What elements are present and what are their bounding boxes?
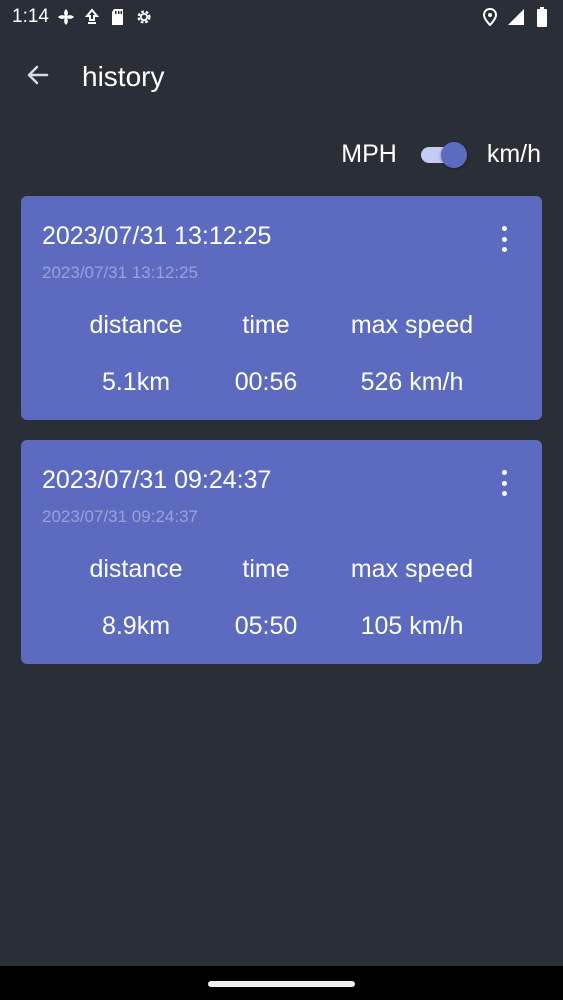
toggle-thumb — [440, 142, 467, 168]
distance-value: 8.9km — [101, 612, 171, 640]
status-left: 1:14 — [12, 6, 153, 28]
app-bar: history — [0, 44, 563, 110]
settings-gear-icon — [135, 8, 153, 26]
sd-card-icon — [109, 8, 127, 26]
unit-label-mph: MPH — [341, 139, 397, 168]
navigation-bar — [0, 966, 563, 1000]
back-button[interactable] — [18, 57, 58, 97]
distance-value: 5.1km — [101, 368, 171, 396]
unit-toggle-row: MPH km/h — [341, 134, 541, 174]
unit-label-kmh: km/h — [486, 139, 541, 168]
record-title: 2023/07/31 13:12:25 — [42, 222, 272, 250]
location-icon — [481, 8, 499, 26]
time-value: 00:56 — [234, 368, 298, 396]
signal-icon — [507, 8, 525, 26]
history-card[interactable]: 2023/07/31 13:12:25 2023/07/31 13:12:25 … — [21, 196, 542, 420]
status-right — [481, 7, 551, 27]
more-vert-icon-dot — [501, 236, 507, 242]
max-speed-value: 105 km/h — [360, 612, 464, 640]
time-label: time — [242, 311, 290, 339]
max-speed-value: 526 km/h — [360, 368, 464, 396]
more-vert-icon-dot — [501, 480, 507, 486]
battery-icon — [533, 7, 551, 27]
more-vert-icon — [501, 470, 507, 475]
record-title: 2023/07/31 09:24:37 — [42, 466, 272, 494]
arrow-left-icon — [25, 62, 51, 93]
distance-label: distance — [89, 311, 183, 339]
download-icon — [83, 8, 101, 26]
unit-toggle-switch[interactable] — [419, 142, 467, 168]
more-vert-icon — [501, 226, 507, 231]
page-title: history — [82, 61, 165, 92]
time-label: time — [242, 555, 290, 583]
status-time: 1:14 — [12, 6, 49, 27]
history-card[interactable]: 2023/07/31 09:24:37 2023/07/31 09:24:37 … — [21, 440, 542, 664]
more-vert-icon-dot — [501, 491, 507, 496]
more-options-button[interactable] — [494, 470, 514, 496]
home-gesture-handle[interactable] — [208, 981, 355, 987]
max-speed-label: max speed — [350, 555, 474, 583]
record-subtitle: 2023/07/31 13:12:25 — [42, 263, 198, 282]
more-options-button[interactable] — [494, 226, 514, 252]
distance-label: distance — [89, 555, 183, 583]
record-subtitle: 2023/07/31 09:24:37 — [42, 507, 198, 526]
max-speed-label: max speed — [350, 311, 474, 339]
status-bar: 1:14 — [0, 0, 563, 34]
more-vert-icon-dot — [501, 247, 507, 252]
fan-icon — [57, 8, 75, 26]
time-value: 05:50 — [234, 612, 298, 640]
